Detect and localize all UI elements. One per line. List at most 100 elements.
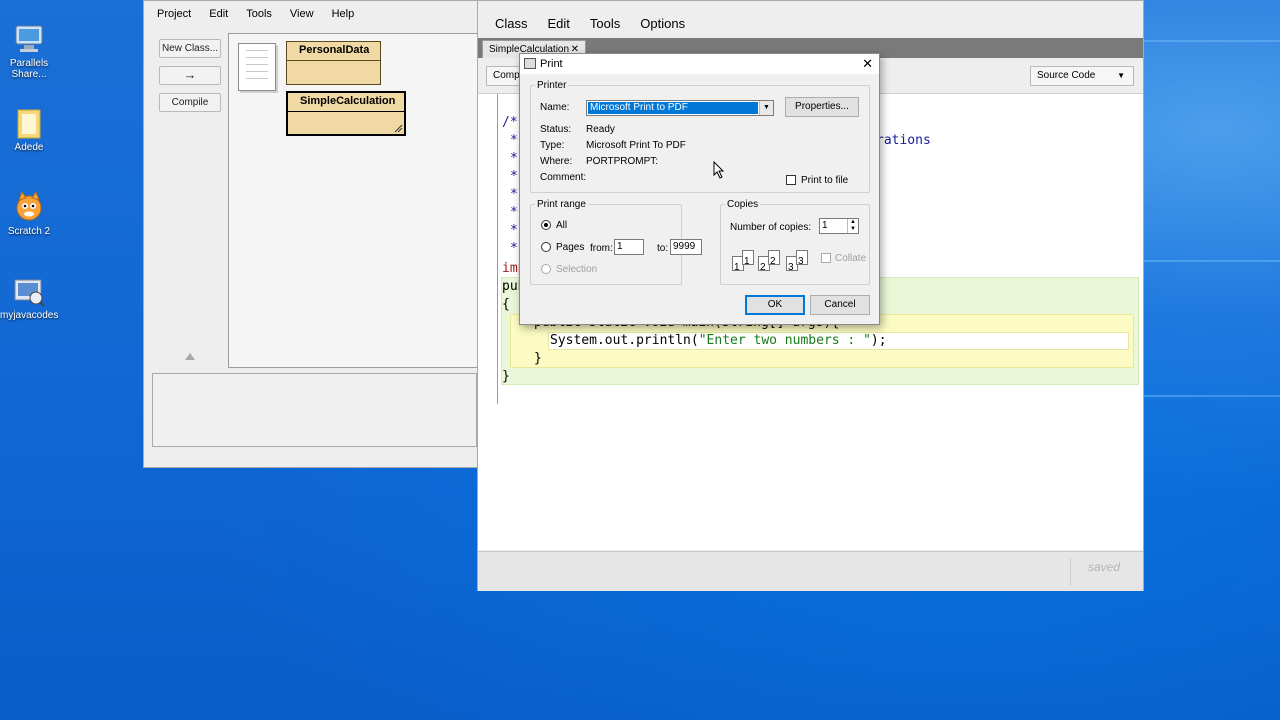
status-label: Status:	[540, 124, 572, 135]
collate-checkbox[interactable]	[821, 253, 831, 263]
scratch-cat-icon	[12, 190, 46, 224]
code-comment-star: *	[510, 169, 518, 184]
spinner-arrows-icon[interactable]: ▲ ▼	[847, 219, 858, 233]
type-value: Microsoft Print To PDF	[586, 140, 686, 151]
collate-page-icon: 3	[796, 250, 808, 267]
resize-handle-icon[interactable]	[393, 123, 403, 133]
bluej-project-window: Project Edit Tools View Help New Class..…	[143, 0, 481, 468]
menu-edit[interactable]: Edit	[209, 8, 228, 20]
light-shaft	[1140, 395, 1280, 397]
collate-page-icon: 2	[768, 250, 780, 267]
from-label: from:	[590, 243, 613, 254]
from-input[interactable]: 1	[614, 239, 644, 255]
menu-options[interactable]: Options	[640, 16, 685, 31]
printer-icon	[524, 58, 536, 69]
desktop-icon-label: myjavacodes	[0, 310, 59, 321]
range-selection-label: Selection	[556, 264, 598, 275]
gutter-line	[497, 94, 498, 404]
print-to-file-checkbox[interactable]	[786, 175, 796, 185]
menu-edit[interactable]: Edit	[548, 16, 570, 31]
print-range-group: Print range	[530, 199, 682, 285]
collate-label: Collate	[835, 253, 867, 264]
code-comment-star: *	[510, 223, 518, 238]
menu-project[interactable]: Project	[157, 8, 191, 20]
code-comment-star: *	[510, 133, 518, 148]
dialog-title: Print	[540, 58, 563, 70]
status-value: Ready	[586, 124, 615, 135]
copies-group: Copies	[720, 199, 870, 285]
code-comment-star: *	[510, 241, 518, 256]
menu-tools[interactable]: Tools	[246, 8, 272, 20]
menu-tools[interactable]: Tools	[590, 16, 620, 31]
chevron-down-icon[interactable]: ▼	[759, 101, 773, 115]
code-comment-start: /*	[502, 115, 518, 130]
object-bench	[152, 373, 477, 447]
collapse-arrow-icon[interactable]	[185, 353, 195, 360]
code-open-brace: {	[502, 297, 510, 312]
editor-status-bar: saved	[478, 551, 1143, 591]
code-comment-text: rations	[876, 133, 931, 148]
class-simplecalculation[interactable]: SimpleCalculation	[286, 91, 406, 136]
range-all-radio[interactable]	[541, 220, 551, 230]
collate-page-icon: 1	[742, 250, 754, 267]
java-folder-icon	[12, 274, 46, 308]
parallels-shared-icon	[12, 22, 46, 56]
code-comment-star: *	[510, 205, 518, 220]
where-value: PORTPROMPT:	[586, 156, 659, 167]
folder-icon	[12, 106, 46, 140]
desktop-icon-label: Scratch 2	[7, 226, 51, 237]
copies-stepper[interactable]: 1 ▲ ▼	[819, 218, 859, 234]
menu-view[interactable]: View	[290, 8, 314, 20]
code-close-method: }	[534, 351, 542, 366]
bluej-menubar: Project Edit Tools View Help	[144, 1, 479, 27]
type-label: Type:	[540, 140, 565, 151]
print-dialog: Print ✕ Printer Name: Microsoft Print to…	[519, 53, 880, 325]
desktop-icon-label: Adede	[14, 142, 44, 153]
status-divider	[1070, 558, 1071, 586]
code-println: System.out.println(	[550, 333, 699, 348]
copies-group-label: Copies	[727, 199, 759, 210]
range-selection-radio[interactable]	[541, 264, 551, 274]
view-select-value: Source Code	[1037, 70, 1096, 81]
class-name: PersonalData	[287, 42, 380, 61]
desktop-icon-parallels[interactable]: Parallels Share...	[0, 22, 58, 80]
compile-button[interactable]: Compile	[159, 93, 221, 112]
chevron-down-icon: ▼	[1117, 71, 1125, 80]
desktop-icon-scratch[interactable]: Scratch 2	[0, 190, 58, 237]
code-comment-star: *	[510, 187, 518, 202]
range-all-label: All	[556, 220, 568, 231]
dialog-titlebar[interactable]: Print ✕	[520, 54, 879, 74]
to-input[interactable]: 9999	[670, 239, 702, 255]
arrow-button[interactable]: →	[159, 66, 221, 85]
view-select[interactable]: Source Code ▼	[1030, 66, 1134, 86]
class-diagram-canvas[interactable]: PersonalData SimpleCalculation	[228, 33, 481, 368]
printer-name-select[interactable]: Microsoft Print to PDF ▼	[586, 100, 774, 116]
to-label: to:	[657, 243, 669, 254]
print-range-label: Print range	[537, 199, 586, 210]
save-status: saved	[1088, 560, 1121, 574]
print-to-file-label: Print to file	[801, 175, 849, 186]
ok-button[interactable]: OK	[745, 295, 805, 315]
menu-help[interactable]: Help	[332, 8, 355, 20]
copies-value: 1	[822, 220, 828, 231]
code-comment-star: *	[510, 151, 518, 166]
new-class-button[interactable]: New Class...	[159, 39, 221, 58]
comment-label: Comment:	[540, 172, 587, 183]
range-pages-radio[interactable]	[541, 242, 551, 252]
editor-menubar: Class Edit Tools Options	[478, 10, 705, 36]
mouse-cursor-icon	[713, 161, 725, 179]
desktop-icon-myjavacodes[interactable]: myjavacodes	[0, 274, 58, 321]
menu-class[interactable]: Class	[495, 16, 528, 31]
light-shaft	[1140, 40, 1280, 42]
close-icon[interactable]: ✕	[862, 54, 873, 74]
printer-group-label: Printer	[537, 80, 567, 91]
readme-note-icon[interactable]	[238, 43, 276, 91]
cancel-button[interactable]: Cancel	[810, 295, 870, 315]
desktop-icon-adede[interactable]: Adede	[0, 106, 58, 153]
code-string: "Enter two numbers : "	[698, 333, 871, 348]
name-label: Name:	[540, 102, 570, 113]
where-label: Where:	[540, 156, 573, 167]
class-personaldata[interactable]: PersonalData	[286, 41, 381, 85]
code-println-end: );	[870, 333, 887, 348]
properties-button[interactable]: Properties...	[785, 97, 859, 117]
